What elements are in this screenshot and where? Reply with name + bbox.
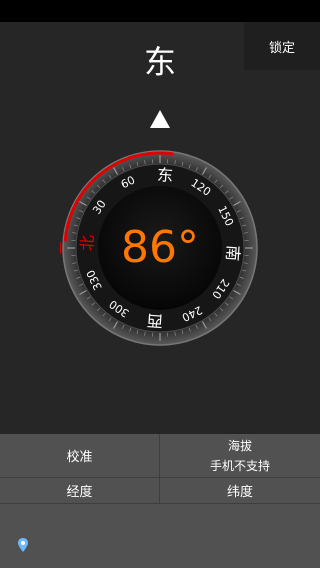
status-bar bbox=[0, 0, 320, 22]
altitude-cell: 海拔 手机不支持 bbox=[160, 434, 320, 478]
compass-dial: 北东南西3060 120150210240300330 86° bbox=[60, 150, 258, 346]
altitude-label: 海拔 bbox=[227, 438, 252, 453]
lock-button[interactable]: 锁定 bbox=[244, 22, 320, 70]
location-pin-icon[interactable] bbox=[18, 538, 28, 552]
heading-degree: 86° bbox=[121, 222, 199, 273]
latitude-label: 纬度 bbox=[226, 485, 253, 500]
longitude-cell: 经度 bbox=[0, 478, 160, 504]
compass-label: 南 bbox=[223, 244, 243, 261]
latitude-cell: 纬度 bbox=[160, 478, 320, 504]
longitude-label: 经度 bbox=[66, 485, 93, 500]
compass-label: 北 bbox=[77, 234, 97, 251]
info-panel: 校准 海拔 手机不支持 经度 纬度 bbox=[0, 434, 320, 568]
calibrate-button[interactable]: 校准 bbox=[0, 434, 160, 478]
north-marker-icon bbox=[60, 242, 61, 254]
calibrate-label: 校准 bbox=[66, 450, 93, 465]
compass-label: 西 bbox=[146, 311, 163, 331]
compass-label: 东 bbox=[156, 165, 173, 185]
up-triangle-icon bbox=[150, 110, 170, 128]
altitude-value: 手机不支持 bbox=[209, 458, 270, 473]
